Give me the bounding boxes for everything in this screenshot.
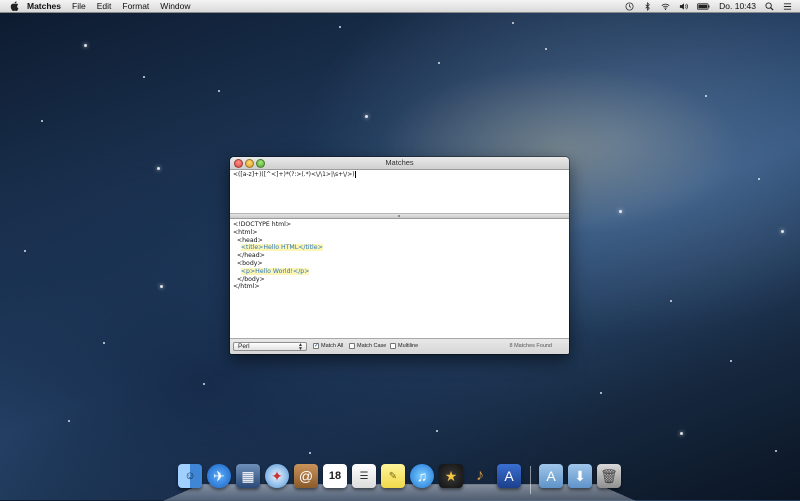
multiline-label: Multiline	[398, 343, 419, 349]
text-line: </body>	[233, 275, 265, 283]
notification-center-icon[interactable]	[783, 2, 792, 11]
applications-folder-icon[interactable]: A	[539, 464, 563, 488]
match-all-label: Match All	[321, 343, 344, 349]
match-case-label: Match Case	[357, 343, 387, 349]
reminders-icon[interactable]: ☰	[352, 464, 376, 488]
dock-separator	[530, 466, 531, 494]
calendar-icon[interactable]: 18	[323, 464, 347, 488]
text-line: <html>	[233, 228, 258, 236]
text-line: <body>	[233, 259, 263, 267]
apple-menu-icon[interactable]	[9, 1, 19, 11]
select-arrows-icon: ▲ ▼	[298, 342, 303, 352]
checkbox-unchecked-icon	[349, 343, 355, 349]
menu-bar: Matches File Edit Format Window Do. 10:4…	[0, 0, 800, 13]
menu-window[interactable]: Window	[160, 0, 190, 12]
matches-found-status: 8 Matches Found	[509, 343, 553, 349]
notes-icon[interactable]: ✎	[381, 464, 405, 488]
checkbox-unchecked-icon	[390, 343, 396, 349]
checkbox-checked-icon	[313, 342, 319, 349]
syntax-select[interactable]: Perl ▲ ▼	[233, 342, 307, 352]
text-line: <!DOCTYPE html>	[233, 221, 292, 228]
trash-icon[interactable]: 🗑	[597, 464, 621, 488]
divider-grip-icon	[398, 215, 400, 217]
menu-file[interactable]: File	[72, 0, 86, 12]
launchpad-icon[interactable]: ✈	[207, 464, 231, 488]
status-menus: Do. 10:43	[616, 0, 792, 12]
text-line: <p>Hello World!</p>	[233, 267, 566, 276]
regex-input[interactable]: <([a-z]+)([^<]+)*(?:>(.*)<\/\1>|\s+\/>)	[230, 170, 569, 214]
options-bar: Perl ▲▼ Match All Match Case Multiline 8…	[230, 338, 569, 354]
garageband-icon[interactable]: ♪	[468, 464, 492, 488]
safari-icon[interactable]: ✦	[265, 464, 289, 488]
window-title: Matches	[385, 158, 414, 167]
window-titlebar[interactable]: Matches	[230, 157, 569, 170]
text-line: </head>	[233, 252, 265, 260]
menu-format[interactable]: Format	[122, 0, 149, 12]
time-machine-icon[interactable]	[625, 1, 634, 11]
imovie-icon[interactable]: ★	[439, 464, 463, 488]
regex-text: <([a-z]+)([^<]+)*(?:>(.*)<\/\1>|\s+\/>)	[233, 171, 355, 178]
match-all-checkbox[interactable]: Match All	[313, 342, 344, 349]
match-highlight: <title>Hello HTML</title>	[240, 244, 323, 252]
battery-icon[interactable]	[697, 2, 710, 11]
bluetooth-icon[interactable]	[643, 1, 652, 11]
match-case-checkbox[interactable]: Match Case	[349, 343, 386, 349]
multiline-checkbox[interactable]: Multiline	[390, 343, 418, 349]
sample-text-area[interactable]: <!DOCTYPE html> <html> <head> <title>Hel…	[230, 219, 569, 338]
text-caret	[354, 171, 356, 178]
matches-window: Matches <([a-z]+)([^<]+)*(?:>(.*)<\/\1>|…	[230, 157, 569, 354]
text-line: <title>Hello HTML</title>	[233, 244, 566, 252]
downloads-folder-icon[interactable]: ⬇	[568, 464, 592, 488]
itunes-icon[interactable]: ♫	[410, 464, 434, 488]
clock[interactable]: Do. 10:43	[719, 1, 756, 11]
text-line: <head>	[233, 236, 263, 244]
finder-icon[interactable]: ☺	[178, 464, 202, 488]
spotlight-search-icon[interactable]	[765, 1, 774, 11]
wifi-icon[interactable]	[661, 2, 670, 11]
text-line: </html>	[233, 283, 260, 291]
menu-edit[interactable]: Edit	[97, 0, 112, 12]
match-highlight: <p>Hello World!</p>	[240, 267, 310, 275]
syntax-select-value: Perl	[238, 343, 250, 350]
mission-control-icon[interactable]: ▦	[236, 464, 260, 488]
contacts-icon[interactable]: @	[294, 464, 318, 488]
volume-icon[interactable]	[679, 2, 688, 11]
app-store-icon[interactable]: A	[497, 464, 521, 488]
menu-app-name[interactable]: Matches	[27, 0, 61, 12]
